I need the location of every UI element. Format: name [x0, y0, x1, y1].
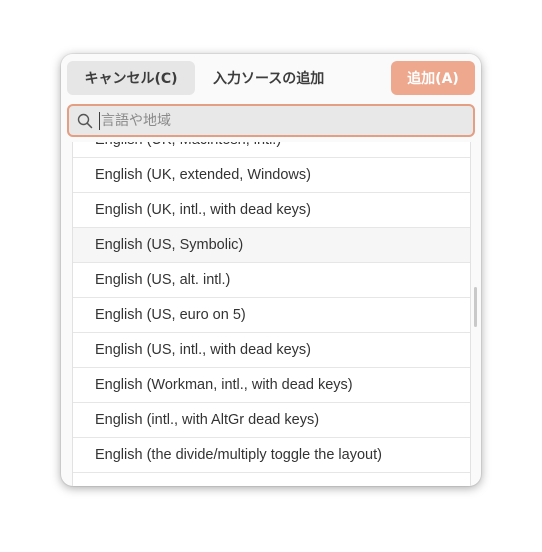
- list-item-label: English (intl., with AltGr dead keys): [95, 412, 320, 428]
- list-item[interactable]: English (US, alt. intl.): [73, 263, 470, 298]
- list-item-label: English (US, Symbolic): [95, 237, 244, 253]
- add-button[interactable]: 追加(A): [391, 61, 475, 95]
- list-item[interactable]: English (US, Symbolic): [73, 228, 470, 263]
- list-item-label: English (US, alt. intl.): [95, 272, 231, 288]
- list-item[interactable]: English (UK, intl., with dead keys): [73, 193, 470, 228]
- list-item[interactable]: [73, 473, 470, 486]
- search-icon: [77, 113, 93, 129]
- list-item-label: English (UK, Macintosh, intl.): [95, 142, 281, 148]
- list-container: English (UK, Macintosh, intl.) English (U…: [72, 142, 471, 486]
- dialog-title: 入力ソースの追加: [213, 71, 325, 87]
- list-item-label: English (UK, extended, Windows): [95, 167, 311, 183]
- header-bar: キャンセル(C) 入力ソースの追加 追加(A): [61, 54, 481, 102]
- search-field[interactable]: [67, 104, 475, 137]
- add-button-label: 追加(A): [407, 71, 459, 87]
- list-item[interactable]: English (US, intl., with dead keys): [73, 333, 470, 368]
- list-item[interactable]: English (intl., with AltGr dead keys): [73, 403, 470, 438]
- text-caret: [99, 112, 100, 130]
- add-input-source-dialog: キャンセル(C) 入力ソースの追加 追加(A) English (UK, Mac…: [61, 54, 481, 486]
- list-item[interactable]: English (US, euro on 5): [73, 298, 470, 333]
- cancel-button-label: キャンセル(C): [84, 71, 178, 87]
- list-item-label: English (US, euro on 5): [95, 307, 246, 323]
- input-source-list[interactable]: English (UK, Macintosh, intl.) English (U…: [61, 142, 481, 486]
- list-item-label: English (US, intl., with dead keys): [95, 342, 311, 358]
- list-item[interactable]: English (UK, extended, Windows): [73, 158, 470, 193]
- list-item-label: English (UK, intl., with dead keys): [95, 202, 311, 218]
- cancel-button[interactable]: キャンセル(C): [67, 61, 195, 95]
- list-item[interactable]: English (Workman, intl., with dead keys): [73, 368, 470, 403]
- list-item[interactable]: English (the divide/multiply toggle the …: [73, 438, 470, 473]
- list-item[interactable]: English (UK, Macintosh, intl.): [73, 142, 470, 158]
- list-item-label: English (the divide/multiply toggle the …: [95, 447, 382, 463]
- list-item-label: English (Workman, intl., with dead keys): [95, 377, 353, 393]
- search-input[interactable]: [101, 110, 461, 132]
- scrollbar[interactable]: [474, 287, 477, 327]
